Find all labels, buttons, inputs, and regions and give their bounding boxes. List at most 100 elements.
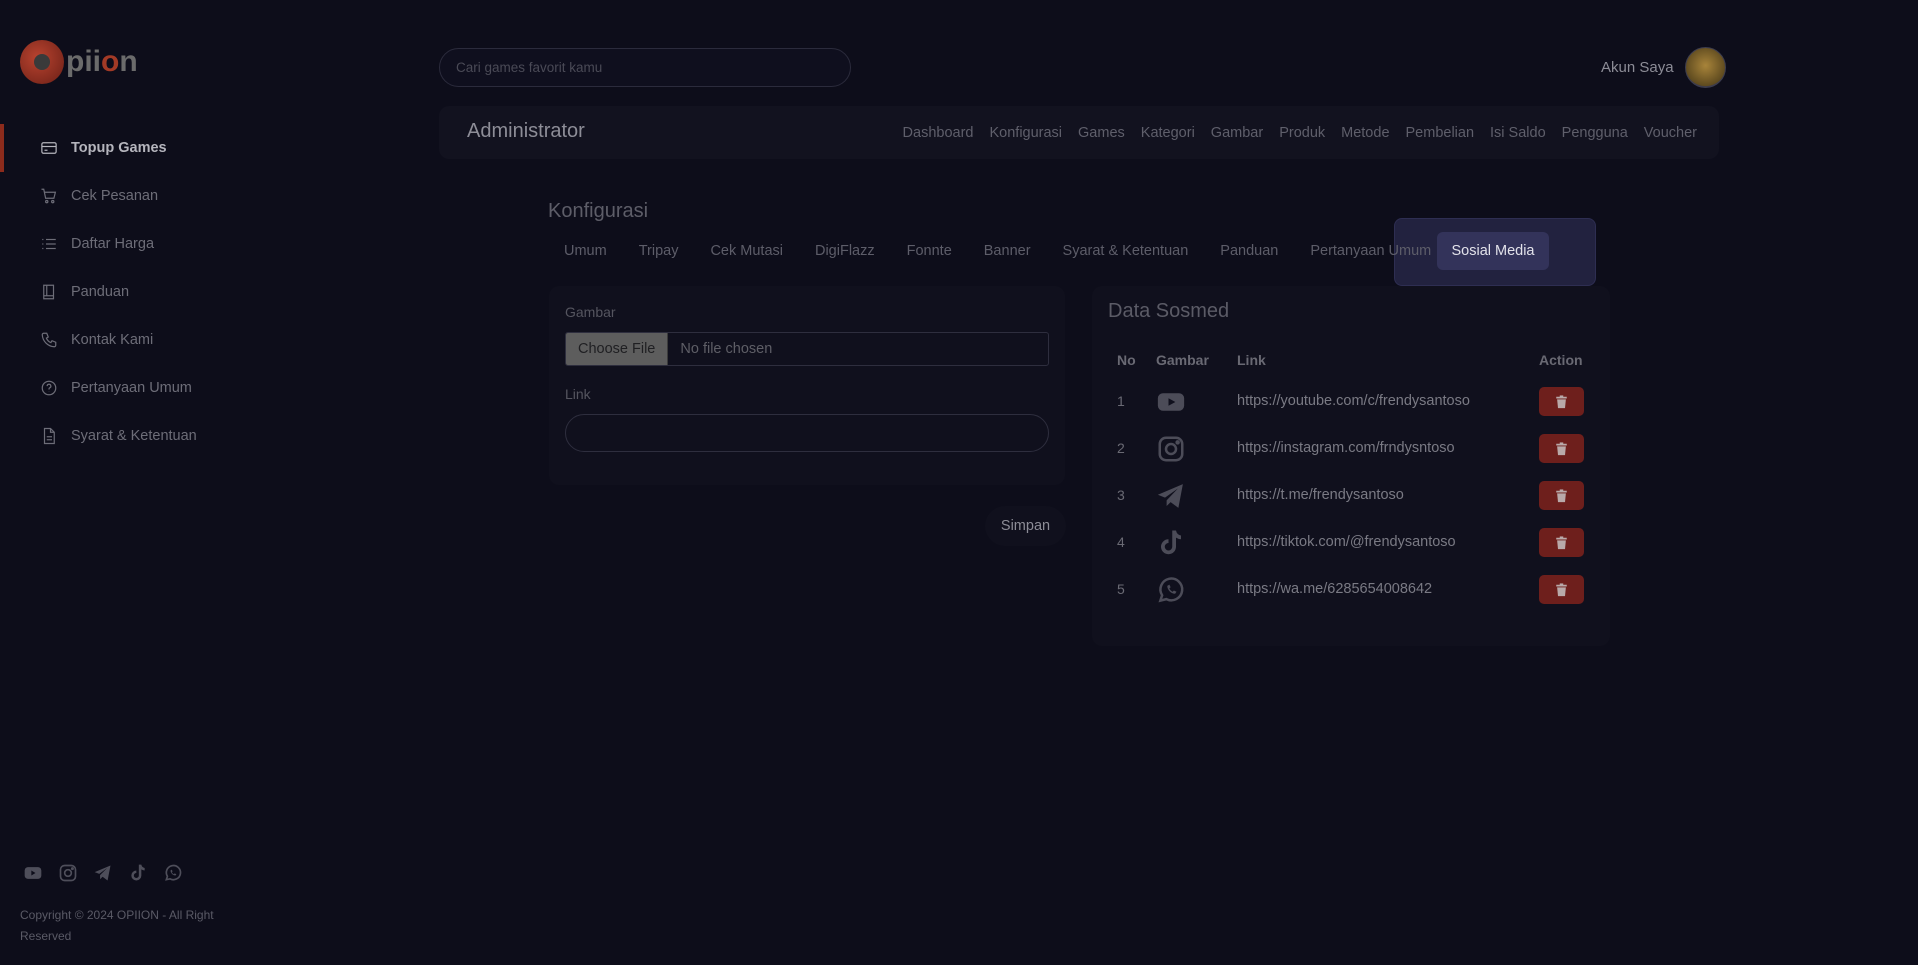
page-title: Konfigurasi (548, 200, 649, 222)
save-button[interactable]: Simpan (985, 506, 1066, 546)
copyright-text: Copyright © 2024 OPIION - All Right Rese… (20, 908, 214, 943)
trash-icon (1556, 488, 1567, 502)
admin-link-produk[interactable]: Produk (1279, 125, 1325, 141)
row-number: 4 (1117, 534, 1125, 550)
telegram-icon[interactable] (90, 862, 115, 884)
sidebar-item-label: Panduan (71, 284, 130, 300)
youtube-icon[interactable] (20, 862, 45, 884)
cart-icon (40, 187, 58, 205)
tab-sosial-media[interactable]: Sosial Media (1437, 232, 1549, 270)
account-menu[interactable]: Akun Saya (1601, 47, 1726, 88)
sosmed-table-card: Data Sosmed No Gambar Link Action 1 http… (1092, 286, 1610, 646)
choose-file-button[interactable]: Choose File (566, 333, 669, 365)
sidebar-nav: Topup Games Cek Pesanan Daftar Harga Pan… (0, 124, 300, 460)
list-icon (40, 235, 58, 253)
delete-button[interactable] (1539, 434, 1584, 463)
sidebar-item-label: Syarat & Ketentuan (71, 428, 197, 444)
delete-button[interactable] (1539, 528, 1584, 557)
tab-syarat-ketentuan[interactable]: Syarat & Ketentuan (1047, 233, 1205, 269)
admin-link-dashboard[interactable]: Dashboard (903, 125, 974, 141)
sosmed-form-card: Gambar Choose File No file chosen Link (549, 286, 1065, 485)
sidebar-item-daftar-harga[interactable]: Daftar Harga (0, 220, 300, 268)
sidebar-item-label: Kontak Kami (71, 332, 154, 348)
tiktok-icon (1156, 528, 1186, 558)
sidebar: piion Topup Games Cek Pesanan Daftar Har… (0, 0, 300, 965)
delete-button[interactable] (1539, 387, 1584, 416)
table-row: 1 https://youtube.com/c/frendysantoso (1092, 378, 1610, 425)
youtube-icon (1156, 387, 1186, 417)
delete-button[interactable] (1539, 575, 1584, 604)
search-input[interactable] (439, 48, 851, 87)
row-link: https://wa.me/6285654008642 (1237, 581, 1433, 597)
sidebar-item-pertanyaan-umum[interactable]: Pertanyaan Umum (0, 364, 300, 412)
admin-link-isi-saldo[interactable]: Isi Saldo (1490, 125, 1546, 141)
sidebar-item-panduan[interactable]: Panduan (0, 268, 300, 316)
admin-title: Administrator (467, 120, 585, 142)
admin-link-metode[interactable]: Metode (1341, 125, 1389, 141)
whatsapp-icon[interactable] (160, 862, 185, 884)
row-number: 2 (1117, 440, 1125, 456)
sidebar-item-label: Pertanyaan Umum (71, 380, 192, 396)
sidebar-item-label: Cek Pesanan (71, 188, 159, 204)
table-row: 3 https://t.me/frendysantoso (1092, 472, 1610, 519)
tab-panduan[interactable]: Panduan (1204, 233, 1294, 269)
link-field-label: Link (565, 386, 591, 402)
link-input[interactable] (565, 414, 1049, 452)
row-number: 5 (1117, 581, 1125, 597)
whatsapp-icon (1156, 575, 1186, 605)
sidebar-item-syarat-ketentuan[interactable]: Syarat & Ketentuan (0, 412, 300, 460)
tab-digiflazz[interactable]: DigiFlazz (799, 233, 891, 269)
row-number: 1 (1117, 393, 1125, 409)
admin-link-voucher[interactable]: Voucher (1644, 125, 1697, 141)
footer-social-links (20, 862, 185, 884)
trash-icon (1556, 441, 1567, 455)
tab-pertanyaan-umum[interactable]: Pertanyaan Umum (1294, 233, 1447, 269)
column-header-link: Link (1237, 352, 1266, 368)
trash-icon (1556, 535, 1567, 549)
table-row: 2 https://instagram.com/frndysntoso (1092, 425, 1610, 472)
row-link: https://tiktok.com/@frendysantoso (1237, 534, 1456, 550)
logo-mark-icon (20, 40, 64, 84)
config-tabs: Umum Tripay Cek Mutasi DigiFlazz Fonnte … (548, 233, 1447, 269)
delete-button[interactable] (1539, 481, 1584, 510)
tab-tripay[interactable]: Tripay (623, 233, 695, 269)
table-row: 5 https://wa.me/6285654008642 (1092, 566, 1610, 613)
logo-text: piion (66, 45, 138, 78)
logo[interactable]: piion (20, 40, 138, 84)
admin-link-pengguna[interactable]: Pengguna (1562, 125, 1628, 141)
row-link: https://instagram.com/frndysntoso (1237, 440, 1455, 456)
document-icon (40, 427, 58, 445)
sidebar-item-label: Daftar Harga (71, 236, 155, 252)
admin-link-games[interactable]: Games (1078, 125, 1125, 141)
column-header-action: Action (1539, 352, 1583, 368)
tab-umum[interactable]: Umum (548, 233, 623, 269)
avatar[interactable] (1684, 47, 1726, 88)
trash-icon (1556, 394, 1567, 408)
book-icon (40, 283, 58, 301)
sidebar-item-kontak-kami[interactable]: Kontak Kami (0, 316, 300, 364)
sidebar-item-topup-games[interactable]: Topup Games (0, 124, 300, 172)
row-link: https://youtube.com/c/frendysantoso (1237, 393, 1470, 409)
card-icon (40, 139, 58, 157)
admin-nav-links: Dashboard Konfigurasi Games Kategori Gam… (887, 106, 1697, 159)
table-row: 4 https://tiktok.com/@frendysantoso (1092, 519, 1610, 566)
tab-fonnte[interactable]: Fonnte (891, 233, 968, 269)
table-title: Data Sosmed (1108, 300, 1230, 322)
phone-icon (40, 331, 58, 349)
sidebar-item-cek-pesanan[interactable]: Cek Pesanan (0, 172, 300, 220)
trash-icon (1556, 582, 1567, 596)
telegram-icon (1156, 481, 1186, 511)
image-file-input[interactable]: Choose File No file chosen (565, 332, 1049, 366)
tab-cek-mutasi[interactable]: Cek Mutasi (694, 233, 799, 269)
column-header-no: No (1117, 352, 1136, 368)
tiktok-icon[interactable] (125, 862, 150, 884)
admin-link-konfigurasi[interactable]: Konfigurasi (989, 125, 1062, 141)
file-status: No file chosen (680, 341, 773, 357)
admin-link-gambar[interactable]: Gambar (1211, 125, 1263, 141)
tab-banner[interactable]: Banner (968, 233, 1047, 269)
admin-link-kategori[interactable]: Kategori (1141, 125, 1195, 141)
admin-link-pembelian[interactable]: Pembelian (1406, 125, 1475, 141)
column-header-image: Gambar (1156, 352, 1209, 368)
instagram-icon[interactable] (55, 862, 80, 884)
sidebar-item-label: Topup Games (71, 140, 167, 156)
